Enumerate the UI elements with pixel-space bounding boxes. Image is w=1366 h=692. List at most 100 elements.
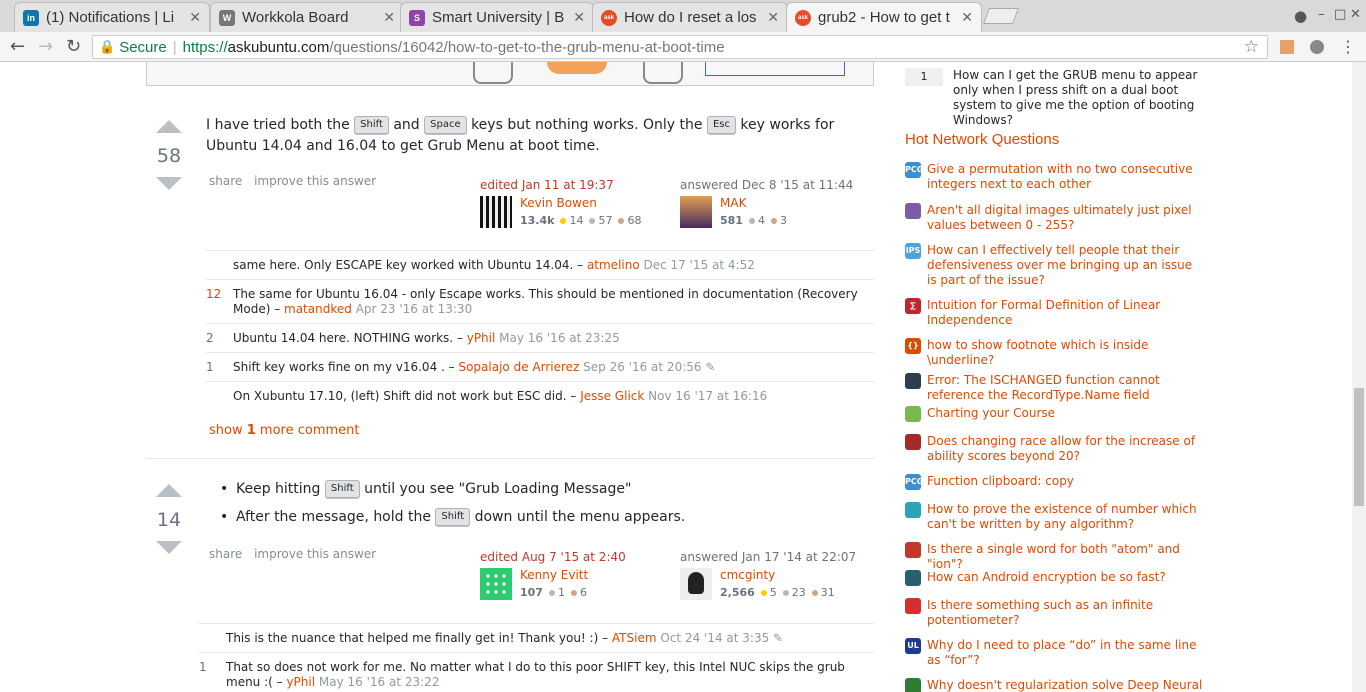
badge-count: 31	[820, 586, 835, 599]
share-link[interactable]: share	[209, 547, 242, 561]
linked-vote-count: 1	[905, 68, 943, 86]
comment-date[interactable]: May 16 '16 at 23:22	[319, 675, 440, 689]
lock-icon: 🔒	[99, 39, 116, 54]
improve-answer-link[interactable]: improve this answer	[254, 174, 376, 188]
user-name[interactable]: cmcginty	[720, 568, 775, 582]
avatar[interactable]	[680, 568, 712, 600]
kbd-key: Esc	[706, 116, 736, 134]
answer-divider	[146, 458, 874, 459]
tab-title: (1) Notifications | Li	[46, 9, 175, 26]
bookmark-star-icon[interactable]: ☆	[1244, 37, 1259, 57]
hot-question-link[interactable]: How can Android encryption be so fast?	[927, 570, 1203, 585]
comment-user[interactable]: atmelino	[587, 258, 640, 272]
gold-badge-icon	[560, 218, 567, 224]
comment-user[interactable]: Sopalajo de Arrierez	[458, 360, 579, 374]
bullet-item: After the message, hold the Shift down u…	[206, 507, 866, 528]
eyedropper-icon[interactable]	[1310, 40, 1324, 54]
address-bar[interactable]: 🔒 Secure | https:// askubuntu.com /quest…	[92, 35, 1268, 59]
comment-user[interactable]: Jesse Glick	[580, 389, 644, 403]
show-more-comments-link[interactable]: show 1 more comment	[209, 423, 359, 438]
reload-icon[interactable]: ↻	[66, 36, 81, 57]
comment-date[interactable]: Oct 24 '14 at 3:35 ✎	[660, 631, 783, 645]
comment-user[interactable]: ATSiem	[612, 631, 657, 645]
hot-question-link[interactable]: How to prove the existence of number whi…	[927, 502, 1203, 532]
close-tab-icon[interactable]: ✕	[767, 9, 779, 26]
comment-date[interactable]: Nov 16 '17 at 16:16	[648, 389, 767, 403]
close-window-icon[interactable]: ✕	[1350, 7, 1361, 22]
hot-question-link[interactable]: how to show footnote which is inside \un…	[927, 338, 1203, 368]
ad-button[interactable]	[705, 62, 845, 76]
badge-count: 1	[557, 586, 565, 599]
hot-question-link[interactable]: Give a permutation with no two consecuti…	[927, 162, 1203, 192]
avatar[interactable]	[480, 196, 512, 228]
downvote-arrow-icon[interactable]	[156, 541, 182, 554]
user-reputation: 2,566 5 23 31	[720, 586, 835, 599]
profile-icon[interactable]: ●	[1294, 7, 1307, 25]
bronze-badge-icon	[570, 590, 577, 596]
rep-value: 2,566	[720, 586, 755, 599]
maximize-icon[interactable]: □	[1334, 7, 1346, 22]
page-scrollbar[interactable]	[1352, 62, 1366, 692]
scrollbar-thumb[interactable]	[1354, 388, 1364, 506]
close-tab-icon[interactable]: ✕	[189, 9, 201, 26]
browser-tab[interactable]: W Workkola Board ✕	[210, 2, 404, 32]
downvote-arrow-icon[interactable]	[156, 177, 182, 190]
kbd-key: Space	[424, 116, 467, 134]
comment-date[interactable]: Dec 17 '15 at 4:52	[644, 258, 755, 272]
menu-icon[interactable]: ⋮	[1340, 37, 1356, 56]
minimize-icon[interactable]: –	[1318, 7, 1325, 22]
hot-question-link[interactable]: Intuition for Formal Definition of Linea…	[927, 298, 1203, 328]
hot-question-link[interactable]: Charting your Course	[927, 406, 1203, 421]
close-tab-icon[interactable]: ✕	[961, 9, 973, 26]
author-signature: answered Jan 17 '14 at 22:07 cmcginty 2,…	[680, 550, 870, 600]
browser-tab[interactable]: S Smart University | B ✕	[400, 2, 594, 32]
advertisement-banner[interactable]	[146, 62, 874, 86]
hot-question-link[interactable]: How can I effectively tell people that t…	[927, 243, 1203, 288]
answered-timestamp[interactable]: answered Dec 8 '15 at 11:44	[680, 178, 870, 192]
hot-network-questions-title[interactable]: Hot Network Questions	[905, 131, 1059, 148]
comment-user[interactable]: matandked	[284, 302, 352, 316]
avatar[interactable]	[480, 568, 512, 600]
comment-text: On Xubuntu 17.10, (left) Shift did not w…	[233, 389, 581, 403]
edited-timestamp[interactable]: edited Aug 7 '15 at 2:40	[480, 550, 670, 564]
linked-question-link[interactable]: How can I get the GRUB menu to appear on…	[953, 68, 1203, 128]
hot-question-link[interactable]: Aren't all digital images ultimately jus…	[927, 203, 1203, 233]
share-link[interactable]: share	[209, 174, 242, 188]
back-arrow-icon[interactable]: ←	[10, 36, 25, 57]
upvote-arrow-icon[interactable]	[156, 484, 182, 497]
answered-timestamp[interactable]: answered Jan 17 '14 at 22:07	[680, 550, 870, 564]
comment-user[interactable]: yPhil	[286, 675, 315, 689]
browser-tab[interactable]: in (1) Notifications | Li ✕	[14, 2, 210, 32]
browser-tab[interactable]: ask How do I reset a los ✕	[592, 2, 788, 32]
askubuntu-icon: ask	[601, 9, 617, 26]
hot-question-link[interactable]: Function clipboard: copy	[927, 474, 1203, 489]
avatar[interactable]	[680, 196, 712, 228]
hot-question-link[interactable]: Error: The ISCHANGED function cannot ref…	[927, 373, 1203, 403]
edited-timestamp[interactable]: edited Jan 11 at 19:37	[480, 178, 670, 192]
comment-user[interactable]: yPhil	[467, 331, 496, 345]
hot-question-link[interactable]: Why do I need to place “do” in the same …	[927, 638, 1203, 668]
close-tab-icon[interactable]: ✕	[383, 9, 395, 26]
user-name[interactable]: Kenny Evitt	[520, 568, 588, 582]
comment-date[interactable]: Apr 23 '16 at 13:30	[356, 302, 473, 316]
comment-date[interactable]: Sep 26 '16 at 20:56 ✎	[583, 360, 715, 374]
new-tab-button[interactable]	[983, 8, 1019, 24]
rep-value: 581	[720, 214, 743, 227]
comment-date[interactable]: May 16 '16 at 23:25	[499, 331, 620, 345]
comment-score: 1	[206, 360, 214, 374]
close-tab-icon[interactable]: ✕	[573, 9, 585, 26]
bullet-item: Keep hitting Shift until you see "Grub L…	[206, 479, 866, 500]
url-scheme: https://	[182, 38, 228, 56]
user-name[interactable]: MAK	[720, 196, 746, 210]
improve-answer-link[interactable]: improve this answer	[254, 547, 376, 561]
forward-arrow-icon[interactable]: →	[38, 36, 53, 57]
upvote-arrow-icon[interactable]	[156, 120, 182, 133]
hot-question-link[interactable]: Is there something such as an infinite p…	[927, 598, 1203, 628]
hot-question-link[interactable]: Is there a single word for both "atom" a…	[927, 542, 1203, 572]
hot-question-link[interactable]: Why doesn't regularization solve Deep Ne…	[927, 678, 1203, 692]
editor-signature: edited Jan 11 at 19:37 Kevin Bowen 13.4k…	[480, 178, 670, 228]
extension-icon[interactable]	[1280, 40, 1294, 54]
browser-tab-active[interactable]: ask grub2 - How to get t ✕	[786, 2, 982, 32]
hot-question-link[interactable]: Does changing race allow for the increas…	[927, 434, 1203, 464]
user-name[interactable]: Kevin Bowen	[520, 196, 597, 210]
